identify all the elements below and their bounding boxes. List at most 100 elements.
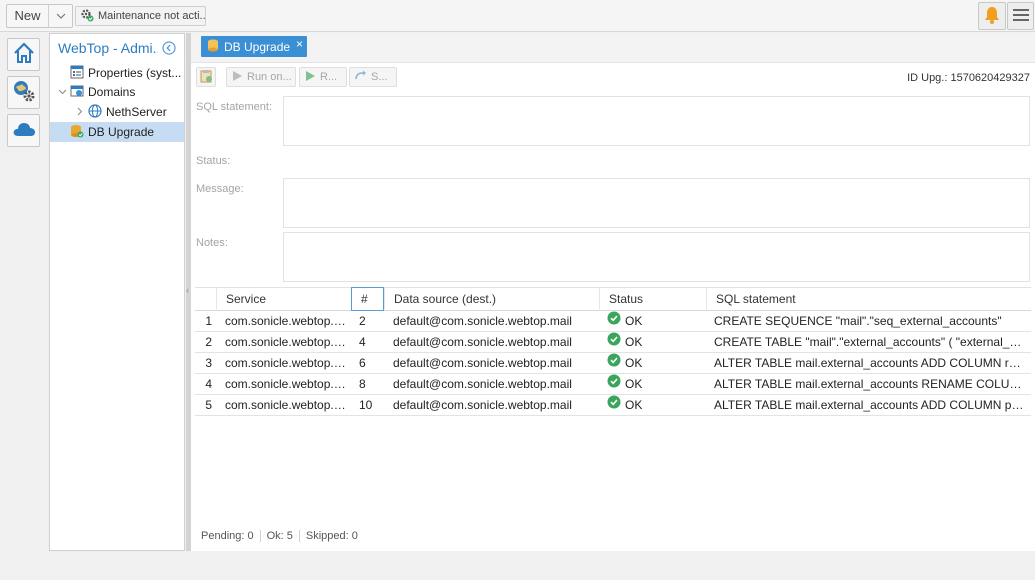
cloud-button[interactable] [7,114,40,147]
sql-cell: ALTER TABLE mail.external_accounts ADD C… [714,356,1027,370]
service-cell: com.sonicle.webtop.mail [225,335,349,349]
chevron-down-icon[interactable] [58,85,67,99]
domains-icon [70,84,84,101]
play-icon [304,70,316,85]
bell-icon [982,5,1002,28]
globe-icon [88,103,102,121]
table-row[interactable]: 3 com.sonicle.webtop.mail 6 default@com.… [195,353,1031,374]
home-button[interactable] [7,38,40,71]
gear-check-icon [80,8,94,25]
run-on-label: Run on... [247,71,292,83]
chevron-down-icon[interactable] [49,5,72,27]
table-row[interactable]: 1 com.sonicle.webtop.mail 2 default@com.… [195,311,1031,332]
maintenance-button[interactable]: Maintenance not acti... [75,6,206,26]
sql-cell: ALTER TABLE mail.external_accounts ADD C… [714,398,1027,412]
run-next-label: R... [320,71,338,83]
tree-node-label: NethServer [106,105,167,119]
table-row[interactable]: 2 com.sonicle.webtop.mail 4 default@com.… [195,332,1031,353]
tab-label: DB Upgrade [224,39,291,54]
data-source-cell: default@com.sonicle.webtop.mail [393,398,572,412]
seq-cell: 4 [359,335,366,349]
main-menu-button[interactable] [1007,2,1034,30]
admin-tree-panel: WebTop - Admi... Properties (syst... Dom… [49,33,185,551]
bottom-bar [0,551,1035,580]
main-content: DB Upgrade × Run on... R... S... ID Upg.… [191,33,1035,551]
collapse-panel-icon[interactable] [162,41,176,58]
status-text: OK [625,377,643,391]
notes-field[interactable] [283,232,1030,282]
upgrade-id: ID Upg.: 1570620429327 [907,72,1030,84]
table-row[interactable]: 4 com.sonicle.webtop.mail 8 default@com.… [195,374,1031,395]
grid-header: Service # Data source (dest.) Status SQL… [195,287,1031,311]
close-tab-icon[interactable]: × [296,37,303,51]
column-header-data-source[interactable]: Data source (dest.) [384,288,599,311]
data-source-cell: default@com.sonicle.webtop.mail [393,335,572,349]
check-circle-icon [607,332,621,352]
run-next-button[interactable]: R... [299,67,347,87]
column-header-status[interactable]: Status [599,288,706,311]
clipboard-icon [199,69,213,86]
status-cell: OK [607,311,702,331]
table-row[interactable]: 5 com.sonicle.webtop.mail 10 default@com… [195,395,1031,416]
maintenance-label: Maintenance not acti... [98,10,206,22]
sql-statement-field[interactable] [283,96,1030,146]
data-source-cell: default@com.sonicle.webtop.mail [393,314,572,328]
upgrade-statements-grid: Service # Data source (dest.) Status SQL… [195,287,1031,416]
notifications-button[interactable] [978,2,1006,30]
tree-node-properties[interactable]: Properties (syst... [50,63,184,83]
ok-count: Ok: 5 [266,530,293,542]
grid-status-bar: Pending: 0 Ok: 5 Skipped: 0 [195,530,364,542]
sql-cell: CREATE TABLE "mail"."external_accounts" … [714,335,1027,349]
properties-icon [70,65,84,82]
seq-cell: 8 [359,377,366,391]
home-icon [12,41,36,68]
status-cell: OK [607,353,702,373]
row-number: 5 [205,398,212,412]
data-source-cell: default@com.sonicle.webtop.mail [393,377,572,391]
tree-node-db-upgrade[interactable]: DB Upgrade [50,122,184,142]
admin-icon [11,78,37,107]
service-cell: com.sonicle.webtop.mail [225,377,349,391]
check-circle-icon [607,311,621,331]
row-number: 2 [205,335,212,349]
seq-cell: 6 [359,356,366,370]
status-cell: OK [607,374,702,394]
cloud-icon [11,119,37,142]
tree-node-label: Domains [88,85,136,99]
db-upgrade-icon [207,39,219,55]
sql-cell: CREATE SEQUENCE "mail"."seq_external_acc… [714,314,1002,328]
row-number: 1 [205,314,212,328]
message-field[interactable] [283,178,1030,228]
status-cell: OK [607,395,702,415]
tab-strip: DB Upgrade × [191,33,1035,63]
data-source-cell: default@com.sonicle.webtop.mail [393,356,572,370]
check-circle-icon [607,353,621,373]
status-text: OK [625,356,643,370]
column-header-sql[interactable]: SQL statement [706,288,1031,311]
column-header-service[interactable]: Service [216,288,351,311]
run-on-button[interactable]: Run on... [226,67,296,87]
admin-button[interactable] [7,76,40,109]
hamburger-icon [1012,8,1029,25]
sql-cell: ALTER TABLE mail.external_accounts RENAM… [714,377,1027,391]
skipped-count: Skipped: 0 [305,530,358,542]
skip-button[interactable]: S... [349,67,397,87]
chevron-right-icon[interactable] [75,105,84,119]
tree-node-nethserver[interactable]: NethServer [50,102,184,122]
column-header-seq[interactable]: # [351,287,384,311]
message-label: Message: [196,183,244,195]
status-text: OK [625,314,643,328]
new-button-label: New [7,5,49,27]
service-launcher [0,33,48,551]
tab-db-upgrade[interactable]: DB Upgrade × [201,36,307,57]
new-button[interactable]: New [6,4,73,28]
play-icon [231,70,243,85]
import-button[interactable] [196,67,216,87]
seq-cell: 2 [359,314,366,328]
splitter-grip-icon[interactable]: ‹ [186,285,189,295]
tree-node-domains[interactable]: Domains [50,82,184,102]
top-toolbar: New Maintenance not acti... [0,0,1035,32]
skip-label: S... [371,71,388,83]
redo-icon [354,70,367,85]
notes-label: Notes: [196,237,228,249]
